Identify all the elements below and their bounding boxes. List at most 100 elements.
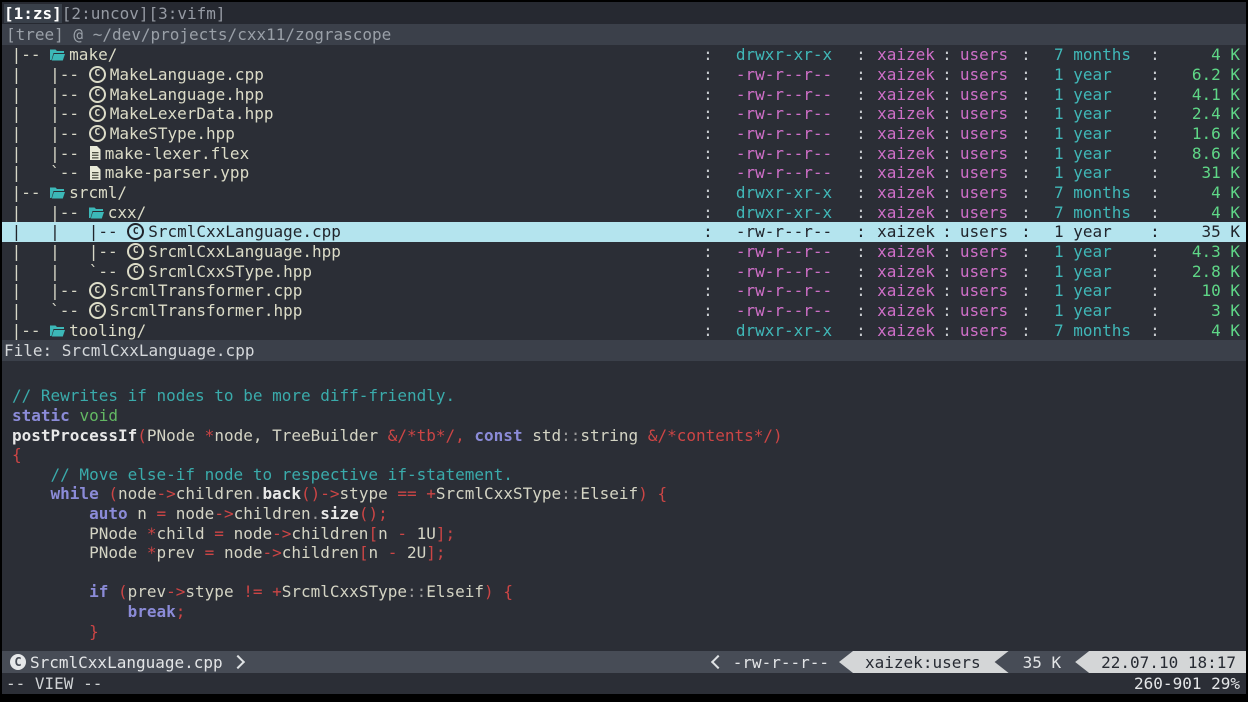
tab-vifm[interactable]: [3:vifm] (149, 4, 226, 23)
meta-separator: : (696, 242, 720, 261)
tab-zs[interactable]: [1:zs] (4, 4, 62, 23)
file-name[interactable]: MakeLanguage.cpp (110, 65, 264, 84)
file-row[interactable]: |-- tooling/:drwxr-xr-x:xaizek:users:7 m… (2, 320, 1246, 340)
file-name[interactable]: SrcmlTransformer.hpp (110, 301, 303, 320)
folder-icon (50, 324, 65, 337)
file-perms: drwxr-xr-x (720, 183, 848, 202)
file-group: users (956, 321, 1012, 340)
code-token: 2U (397, 543, 426, 562)
tree-branch: | `-- (2, 163, 89, 182)
code-token: :: (561, 484, 580, 503)
meta-separator: : (696, 144, 720, 163)
cpp-file-icon: C (89, 282, 106, 299)
file-row[interactable]: | | |-- CSrcmlCxxLanguage.cpp:-rw-r--r--… (2, 222, 1246, 242)
file-date: 1 year (1040, 144, 1142, 163)
file-row[interactable]: | |-- CMakeSType.hpp:-rw-r--r--:xaizek:u… (2, 124, 1246, 144)
meta-separator: : (696, 321, 720, 340)
tree-branch: | `-- (2, 301, 89, 320)
file-name[interactable]: MakeSType.hpp (110, 124, 235, 143)
file-row[interactable]: | | `-- CSrcmlCxxSType.hpp:-rw-r--r--:xa… (2, 261, 1246, 281)
code-token: [ (368, 524, 378, 543)
code-token: ( (137, 426, 147, 445)
file-row[interactable]: | |-- CSrcmlTransformer.cpp:-rw-r--r--:x… (2, 281, 1246, 301)
file-name[interactable]: MakeLanguage.hpp (110, 85, 264, 104)
file-row[interactable]: | |-- make-lexer.flex:-rw-r--r--:xaizek:… (2, 143, 1246, 163)
file-list: |-- make/:drwxr-xr-x:xaizek:users:7 mont… (2, 45, 1246, 340)
code-token: { (657, 484, 667, 503)
meta-separator: : (938, 85, 956, 104)
meta-separator: : (1012, 45, 1040, 64)
meta-separator: : (848, 183, 874, 202)
code-token: postProcessIf (12, 426, 137, 445)
file-name[interactable]: cxx/ (108, 203, 147, 222)
meta-separator: : (938, 124, 956, 143)
tab-bar: [1:zs] [2:uncov] [3:vifm] (2, 2, 1246, 24)
file-name[interactable]: make-parser.ypp (105, 163, 250, 182)
meta-separator: : (1142, 124, 1168, 143)
code-token: children (291, 524, 368, 543)
file-perms: -rw-r--r-- (720, 301, 848, 320)
meta-separator: : (938, 222, 956, 241)
preview-title: File: SrcmlCxxLanguage.cpp (4, 341, 254, 360)
meta-separator: : (938, 242, 956, 261)
code-token: node, TreeBuilder (214, 426, 387, 445)
code-token: &/*tb*/, (388, 426, 465, 445)
meta-separator: : (696, 45, 720, 64)
file-row[interactable]: | |-- CMakeLexerData.hpp:-rw-r--r--:xaiz… (2, 104, 1246, 124)
command-line: -- VIEW -- 260-901 29% (2, 673, 1246, 694)
status-left: C SrcmlCxxLanguage.cpp (2, 653, 243, 672)
code-token (417, 484, 427, 503)
file-name[interactable]: SrcmlCxxLanguage.hpp (148, 242, 341, 261)
file-date: 1 year (1040, 65, 1142, 84)
file-perms: -rw-r--r-- (720, 222, 848, 241)
file-row[interactable]: |-- make/:drwxr-xr-x:xaizek:users:7 mont… (2, 45, 1246, 65)
file-row[interactable]: |-- srcml/:drwxr-xr-x:xaizek:users:7 mon… (2, 183, 1246, 203)
file-name[interactable]: tooling/ (69, 321, 146, 340)
meta-separator: : (1142, 183, 1168, 202)
file-name[interactable]: SrcmlCxxSType.hpp (148, 262, 312, 281)
meta-separator: : (938, 45, 956, 64)
file-row[interactable]: | |-- cxx/:drwxr-xr-x:xaizek:users:7 mon… (2, 202, 1246, 222)
meta-separator: : (1012, 104, 1040, 123)
meta-separator: : (1142, 262, 1168, 281)
file-row[interactable]: | |-- CMakeLanguage.hpp:-rw-r--r--:xaize… (2, 84, 1246, 104)
code-token: { (12, 445, 22, 464)
file-perms: -rw-r--r-- (720, 104, 848, 123)
file-row[interactable]: | | |-- CSrcmlCxxLanguage.hpp:-rw-r--r--… (2, 242, 1246, 262)
meta-separator: : (848, 203, 874, 222)
file-group: users (956, 163, 1012, 182)
tab-uncov[interactable]: [2:uncov] (62, 4, 149, 23)
code-token: static (12, 406, 70, 425)
tree-branch: | |-- (2, 65, 89, 84)
file-name[interactable]: MakeLexerData.hpp (110, 104, 274, 123)
status-size: 35 K (1009, 653, 1076, 672)
code-preview: // Rewrites if nodes to be more diff-fri… (2, 361, 1246, 651)
tree-branch: | | |-- (2, 222, 127, 241)
file-name[interactable]: srcml/ (69, 183, 127, 202)
code-token: PNode (12, 524, 147, 543)
file-owner: xaizek (874, 222, 938, 241)
file-row[interactable]: | `-- CSrcmlTransformer.hpp:-rw-r--r--:x… (2, 301, 1246, 321)
code-token: node (166, 504, 214, 523)
file-row[interactable]: | |-- CMakeLanguage.cpp:-rw-r--r--:xaize… (2, 65, 1246, 85)
file-owner: xaizek (874, 163, 938, 182)
file-name[interactable]: make/ (69, 45, 117, 64)
code-token: PNode (147, 426, 205, 445)
file-perms: -rw-r--r-- (720, 85, 848, 104)
code-token: break (128, 602, 176, 621)
code-token (494, 582, 504, 601)
path-text: [tree] @ ~/dev/projects/cxx11/zograscope (6, 25, 391, 44)
code-token (465, 426, 475, 445)
file-name[interactable]: make-lexer.flex (105, 144, 250, 163)
meta-separator: : (696, 183, 720, 202)
file-name[interactable]: SrcmlCxxLanguage.cpp (148, 222, 341, 241)
file-row[interactable]: | `-- make-parser.ypp:-rw-r--r--:xaizek:… (2, 163, 1246, 183)
current-path: [tree] @ ~/dev/projects/cxx11/zograscope (2, 24, 1246, 45)
file-name[interactable]: SrcmlTransformer.cpp (110, 281, 303, 300)
meta-separator: : (1142, 45, 1168, 64)
file-perms: -rw-r--r-- (720, 242, 848, 261)
meta-separator: : (938, 104, 956, 123)
file-group: users (956, 144, 1012, 163)
meta-separator: : (848, 65, 874, 84)
file-group: users (956, 281, 1012, 300)
